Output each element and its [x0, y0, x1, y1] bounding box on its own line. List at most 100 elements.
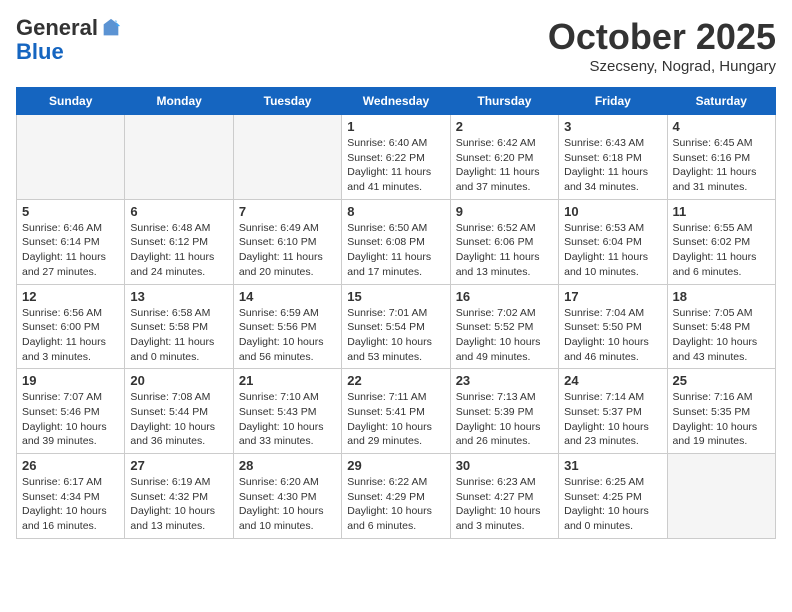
- day-info: Sunrise: 6:17 AM Sunset: 4:34 PM Dayligh…: [22, 475, 119, 534]
- day-number: 10: [564, 204, 661, 219]
- day-number: 31: [564, 458, 661, 473]
- day-info: Sunrise: 6:52 AM Sunset: 6:06 PM Dayligh…: [456, 221, 553, 280]
- day-info: Sunrise: 7:16 AM Sunset: 5:35 PM Dayligh…: [673, 390, 770, 449]
- calendar-cell: 11 Sunrise: 6:55 AM Sunset: 6:02 PM Dayli…: [667, 199, 775, 284]
- calendar-cell: 20 Sunrise: 7:08 AM Sunset: 5:44 PM Dayli…: [125, 369, 233, 454]
- calendar-week-4: 19 Sunrise: 7:07 AM Sunset: 5:46 PM Dayli…: [17, 369, 776, 454]
- day-info: Sunrise: 6:58 AM Sunset: 5:58 PM Dayligh…: [130, 306, 227, 365]
- page-header: General Blue October 2025 Szecseny, Nogr…: [16, 16, 776, 75]
- logo: General Blue: [16, 16, 122, 64]
- calendar-cell: 17 Sunrise: 7:04 AM Sunset: 5:50 PM Dayli…: [559, 284, 667, 369]
- calendar-cell: 19 Sunrise: 7:07 AM Sunset: 5:46 PM Dayli…: [17, 369, 125, 454]
- weekday-header-friday: Friday: [559, 88, 667, 115]
- day-number: 17: [564, 289, 661, 304]
- calendar-cell: 26 Sunrise: 6:17 AM Sunset: 4:34 PM Dayli…: [17, 454, 125, 539]
- weekday-header-thursday: Thursday: [450, 88, 558, 115]
- calendar-cell: [125, 115, 233, 200]
- day-info: Sunrise: 6:50 AM Sunset: 6:08 PM Dayligh…: [347, 221, 444, 280]
- day-number: 23: [456, 373, 553, 388]
- calendar-cell: 24 Sunrise: 7:14 AM Sunset: 5:37 PM Dayli…: [559, 369, 667, 454]
- day-info: Sunrise: 6:43 AM Sunset: 6:18 PM Dayligh…: [564, 136, 661, 195]
- calendar-cell: 30Sunrise: 6:23 AM Sunset: 4:27 PM Dayli…: [450, 454, 558, 539]
- calendar-cell: 3Sunrise: 6:43 AM Sunset: 6:18 PM Daylig…: [559, 115, 667, 200]
- calendar-table: SundayMondayTuesdayWednesdayThursdayFrid…: [16, 87, 776, 539]
- day-info: Sunrise: 7:01 AM Sunset: 5:54 PM Dayligh…: [347, 306, 444, 365]
- day-info: Sunrise: 7:07 AM Sunset: 5:46 PM Dayligh…: [22, 390, 119, 449]
- day-info: Sunrise: 6:25 AM Sunset: 4:25 PM Dayligh…: [564, 475, 661, 534]
- weekday-header-saturday: Saturday: [667, 88, 775, 115]
- calendar-cell: 7 Sunrise: 6:49 AM Sunset: 6:10 PM Daylig…: [233, 199, 341, 284]
- logo-blue-text: Blue: [16, 40, 122, 64]
- day-info: Sunrise: 6:59 AM Sunset: 5:56 PM Dayligh…: [239, 306, 336, 365]
- calendar-subtitle: Szecseny, Nograd, Hungary: [548, 58, 776, 75]
- day-info: Sunrise: 6:48 AM Sunset: 6:12 PM Dayligh…: [130, 221, 227, 280]
- day-number: 11: [673, 204, 770, 219]
- calendar-cell: 21Sunrise: 7:10 AM Sunset: 5:43 PM Dayli…: [233, 369, 341, 454]
- day-info: Sunrise: 6:49 AM Sunset: 6:10 PM Dayligh…: [239, 221, 336, 280]
- day-number: 13: [130, 289, 227, 304]
- day-info: Sunrise: 6:55 AM Sunset: 6:02 PM Dayligh…: [673, 221, 770, 280]
- day-info: Sunrise: 6:42 AM Sunset: 6:20 PM Dayligh…: [456, 136, 553, 195]
- calendar-cell: 8 Sunrise: 6:50 AM Sunset: 6:08 PM Daylig…: [342, 199, 450, 284]
- weekday-header-monday: Monday: [125, 88, 233, 115]
- day-info: Sunrise: 6:40 AM Sunset: 6:22 PM Dayligh…: [347, 136, 444, 195]
- calendar-cell: 25 Sunrise: 7:16 AM Sunset: 5:35 PM Dayli…: [667, 369, 775, 454]
- calendar-cell: 1 Sunrise: 6:40 AM Sunset: 6:22 PM Daylig…: [342, 115, 450, 200]
- day-number: 22: [347, 373, 444, 388]
- day-info: Sunrise: 6:20 AM Sunset: 4:30 PM Dayligh…: [239, 475, 336, 534]
- calendar-week-5: 26 Sunrise: 6:17 AM Sunset: 4:34 PM Dayli…: [17, 454, 776, 539]
- calendar-cell: 13 Sunrise: 6:58 AM Sunset: 5:58 PM Dayli…: [125, 284, 233, 369]
- calendar-cell: 14 Sunrise: 6:59 AM Sunset: 5:56 PM Dayli…: [233, 284, 341, 369]
- day-info: Sunrise: 6:53 AM Sunset: 6:04 PM Dayligh…: [564, 221, 661, 280]
- calendar-cell: 23Sunrise: 7:13 AM Sunset: 5:39 PM Dayli…: [450, 369, 558, 454]
- day-number: 25: [673, 373, 770, 388]
- day-info: Sunrise: 6:56 AM Sunset: 6:00 PM Dayligh…: [22, 306, 119, 365]
- day-number: 28: [239, 458, 336, 473]
- logo-icon: [100, 17, 122, 39]
- day-number: 24: [564, 373, 661, 388]
- day-number: 2: [456, 119, 553, 134]
- logo-general-text: General: [16, 16, 98, 40]
- day-number: 7: [239, 204, 336, 219]
- day-number: 8: [347, 204, 444, 219]
- day-number: 19: [22, 373, 119, 388]
- calendar-week-2: 5Sunrise: 6:46 AM Sunset: 6:14 PM Daylig…: [17, 199, 776, 284]
- day-number: 14: [239, 289, 336, 304]
- weekday-header-row: SundayMondayTuesdayWednesdayThursdayFrid…: [17, 88, 776, 115]
- calendar-cell: [233, 115, 341, 200]
- day-number: 27: [130, 458, 227, 473]
- calendar-cell: [17, 115, 125, 200]
- calendar-cell: 18 Sunrise: 7:05 AM Sunset: 5:48 PM Dayli…: [667, 284, 775, 369]
- calendar-cell: 28 Sunrise: 6:20 AM Sunset: 4:30 PM Dayli…: [233, 454, 341, 539]
- calendar-cell: 22Sunrise: 7:11 AM Sunset: 5:41 PM Dayli…: [342, 369, 450, 454]
- calendar-cell: 10 Sunrise: 6:53 AM Sunset: 6:04 PM Dayli…: [559, 199, 667, 284]
- calendar-week-1: 1 Sunrise: 6:40 AM Sunset: 6:22 PM Daylig…: [17, 115, 776, 200]
- day-number: 30: [456, 458, 553, 473]
- day-info: Sunrise: 6:22 AM Sunset: 4:29 PM Dayligh…: [347, 475, 444, 534]
- calendar-cell: 15 Sunrise: 7:01 AM Sunset: 5:54 PM Dayli…: [342, 284, 450, 369]
- calendar-week-3: 12 Sunrise: 6:56 AM Sunset: 6:00 PM Dayli…: [17, 284, 776, 369]
- calendar-cell: 5Sunrise: 6:46 AM Sunset: 6:14 PM Daylig…: [17, 199, 125, 284]
- day-number: 29: [347, 458, 444, 473]
- day-number: 21: [239, 373, 336, 388]
- day-info: Sunrise: 7:05 AM Sunset: 5:48 PM Dayligh…: [673, 306, 770, 365]
- calendar-cell: [667, 454, 775, 539]
- day-number: 15: [347, 289, 444, 304]
- day-info: Sunrise: 7:04 AM Sunset: 5:50 PM Dayligh…: [564, 306, 661, 365]
- day-info: Sunrise: 7:14 AM Sunset: 5:37 PM Dayligh…: [564, 390, 661, 449]
- day-number: 4: [673, 119, 770, 134]
- calendar-cell: 9Sunrise: 6:52 AM Sunset: 6:06 PM Daylig…: [450, 199, 558, 284]
- day-number: 20: [130, 373, 227, 388]
- title-area: October 2025 Szecseny, Nograd, Hungary: [548, 16, 776, 75]
- day-info: Sunrise: 7:08 AM Sunset: 5:44 PM Dayligh…: [130, 390, 227, 449]
- day-number: 26: [22, 458, 119, 473]
- day-number: 18: [673, 289, 770, 304]
- calendar-cell: 12 Sunrise: 6:56 AM Sunset: 6:00 PM Dayli…: [17, 284, 125, 369]
- day-info: Sunrise: 6:45 AM Sunset: 6:16 PM Dayligh…: [673, 136, 770, 195]
- calendar-title: October 2025: [548, 16, 776, 58]
- day-number: 1: [347, 119, 444, 134]
- weekday-header-tuesday: Tuesday: [233, 88, 341, 115]
- weekday-header-sunday: Sunday: [17, 88, 125, 115]
- day-number: 12: [22, 289, 119, 304]
- weekday-header-wednesday: Wednesday: [342, 88, 450, 115]
